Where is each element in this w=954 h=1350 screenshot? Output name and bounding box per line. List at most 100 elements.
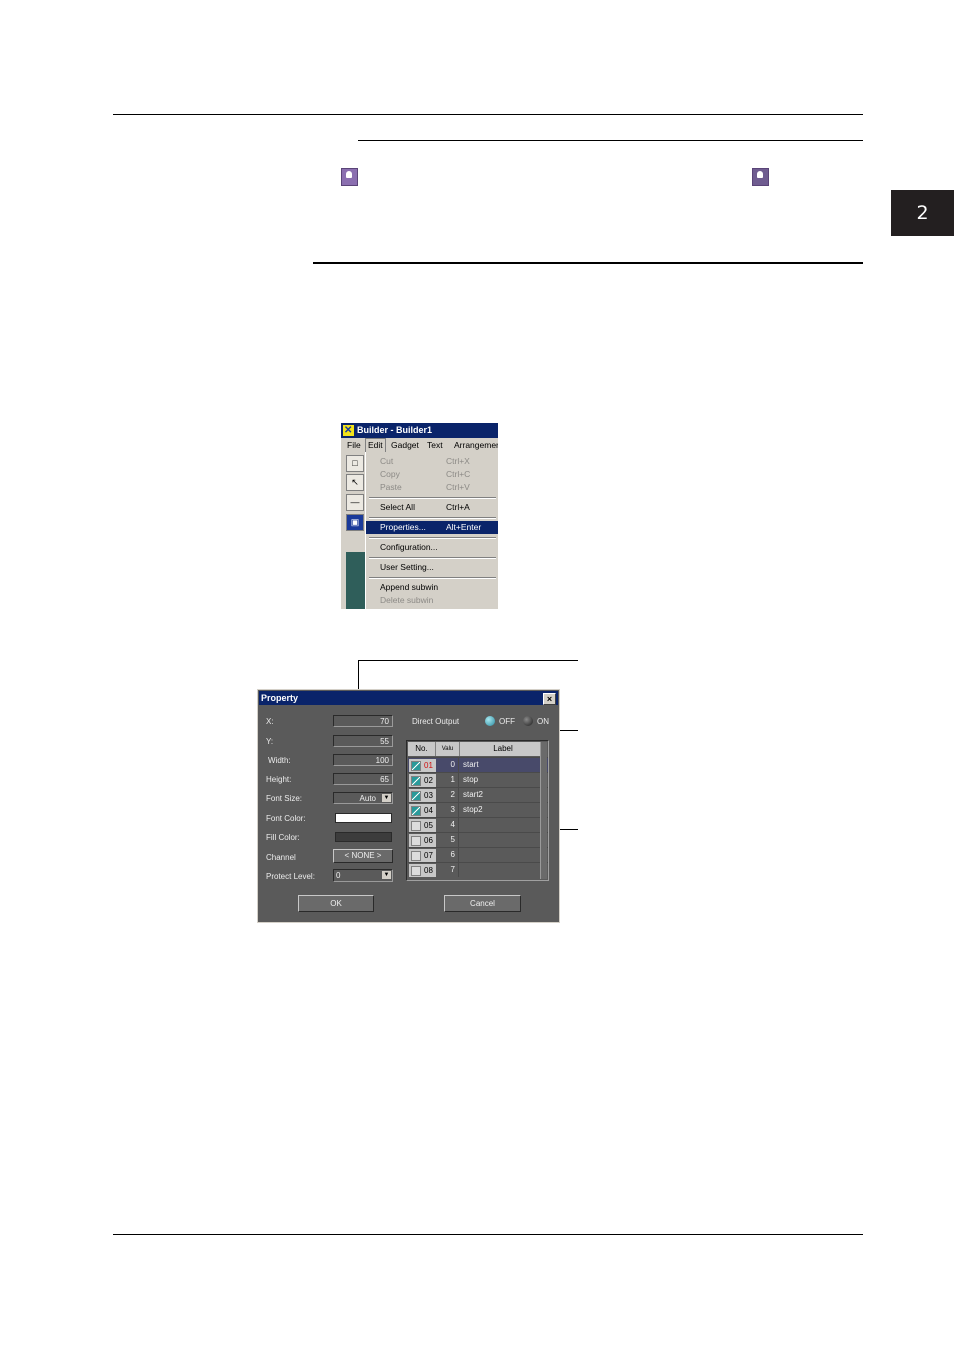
height-field[interactable]: 65 (333, 773, 393, 785)
menu-file[interactable]: File (347, 438, 361, 452)
font-size-label: Font Size: (266, 794, 303, 803)
row-label (461, 818, 547, 832)
row-value: 7 (437, 863, 459, 877)
ok-button[interactable]: OK (298, 895, 374, 912)
menu-item-append-subwin[interactable]: Append subwin (366, 581, 498, 594)
value-label-table: No. Valu Label 01 0 start 02 1 stop 03 2… (406, 740, 549, 881)
channel-button[interactable]: < NONE > (333, 849, 393, 863)
direct-output-off-radio[interactable] (485, 716, 495, 726)
section-rule-upper (358, 140, 863, 141)
menu-item-configuration[interactable]: Configuration... (366, 541, 498, 554)
row-label (461, 848, 547, 862)
app-title-bar: Builder - Builder1 (341, 423, 498, 438)
row-checkbox[interactable] (411, 851, 421, 861)
font-color-swatch[interactable] (335, 813, 392, 823)
row-checkbox[interactable] (411, 776, 421, 786)
app-title: Builder - Builder1 (357, 425, 433, 435)
height-label: Height: (266, 775, 292, 784)
table-row[interactable]: 05 4 (408, 817, 548, 832)
channel-label: Channel (266, 853, 296, 862)
table-scrollbar[interactable] (540, 742, 547, 879)
menu-item-properties[interactable]: Properties... Alt+Enter (366, 521, 498, 534)
row-number: 08 (424, 866, 433, 875)
row-value: 0 (437, 758, 459, 772)
menu-separator (369, 537, 496, 539)
menu-bar: File Edit Gadget Text Arrangemer (341, 438, 498, 452)
dialog-title-bar: Property × (259, 691, 558, 705)
font-color-label: Font Color: (266, 814, 306, 823)
menu-gadget[interactable]: Gadget (391, 438, 419, 452)
direct-output-off-label: OFF (499, 717, 515, 726)
app-logo-icon (343, 423, 354, 438)
chevron-down-icon[interactable]: ▼ (382, 871, 391, 879)
close-icon[interactable]: × (543, 693, 556, 705)
table-row[interactable]: 02 1 stop (408, 772, 548, 787)
cancel-button[interactable]: Cancel (444, 895, 521, 912)
callout-line-channel-horizontal (358, 660, 578, 661)
row-checkbox[interactable] (411, 806, 421, 816)
gadget-tool-icon-alt (752, 168, 769, 186)
menu-separator (369, 497, 496, 499)
table-row[interactable]: 08 7 (408, 862, 548, 877)
menu-item-cut: Cut Ctrl+X (380, 456, 470, 466)
table-header-no: No. (408, 742, 436, 756)
edit-dropdown: Cut Ctrl+X Copy Ctrl+C Paste Ctrl+V Select … (365, 452, 498, 609)
width-label: Width: (268, 756, 291, 765)
toolbox-strip: □ ↖ — ▣ (341, 452, 365, 609)
row-checkbox[interactable] (411, 821, 421, 831)
row-label: stop (463, 775, 479, 784)
edit-menu-screenshot: Builder - Builder1 File Edit Gadget Text… (341, 423, 498, 609)
menu-separator (369, 517, 496, 519)
row-value: 1 (437, 773, 459, 787)
y-field[interactable]: 55 (333, 735, 393, 747)
row-number: 01 (424, 761, 433, 770)
row-value: 3 (437, 803, 459, 817)
menu-item-select-all[interactable]: Select All Ctrl+A (366, 501, 498, 514)
fill-color-label: Fill Color: (266, 833, 300, 842)
row-checkbox[interactable] (411, 761, 421, 771)
menu-text[interactable]: Text (427, 438, 443, 452)
row-checkbox[interactable] (411, 836, 421, 846)
row-checkbox[interactable] (411, 866, 421, 876)
gadget-tool-icon (341, 168, 358, 186)
new-document-icon[interactable]: □ (346, 455, 364, 472)
menu-item-user-setting[interactable]: User Setting... (366, 561, 498, 574)
table-row[interactable]: 01 0 start (408, 757, 548, 772)
x-field[interactable]: 70 (333, 715, 393, 727)
header-rule (113, 114, 863, 115)
line-tool-icon[interactable]: — (346, 494, 364, 511)
table-header-value: Valu (436, 742, 460, 756)
row-value: 5 (437, 833, 459, 847)
dialog-title: Property (261, 693, 299, 703)
table-row[interactable]: 03 2 start2 (408, 787, 548, 802)
row-number: 04 (424, 806, 433, 815)
chapter-tab: 2 (891, 190, 954, 236)
row-checkbox[interactable] (411, 791, 421, 801)
menu-arrange[interactable]: Arrangemer (454, 438, 498, 452)
protect-level-label: Protect Level: (266, 872, 315, 881)
x-label: X: (266, 717, 274, 726)
row-number: 07 (424, 851, 433, 860)
pointer-tool-icon[interactable]: ↖ (346, 474, 364, 491)
table-row[interactable]: 04 3 stop2 (408, 802, 548, 817)
section-rule-lower (313, 262, 863, 264)
row-number: 02 (424, 776, 433, 785)
row-label: stop2 (463, 805, 483, 814)
table-row[interactable]: 06 5 (408, 832, 548, 847)
row-number: 05 (424, 821, 433, 830)
row-value: 6 (437, 848, 459, 862)
menu-separator (369, 577, 496, 579)
chevron-down-icon[interactable]: ▼ (382, 794, 391, 802)
row-label (461, 863, 547, 877)
direct-output-on-radio[interactable] (523, 716, 533, 726)
protect-level-select[interactable]: 0 ▼ (333, 869, 393, 882)
fill-color-swatch[interactable] (335, 832, 392, 842)
protect-level-value: 0 (336, 871, 341, 880)
subwindow-icon[interactable]: ▣ (346, 514, 364, 531)
font-size-select[interactable]: Auto ▼ (333, 792, 393, 804)
row-number: 03 (424, 791, 433, 800)
menu-item-delete-subwin: Delete subwin (380, 595, 434, 605)
width-field[interactable]: 100 (333, 754, 393, 766)
menu-edit[interactable]: Edit (365, 438, 386, 452)
table-row[interactable]: 07 6 (408, 847, 548, 862)
